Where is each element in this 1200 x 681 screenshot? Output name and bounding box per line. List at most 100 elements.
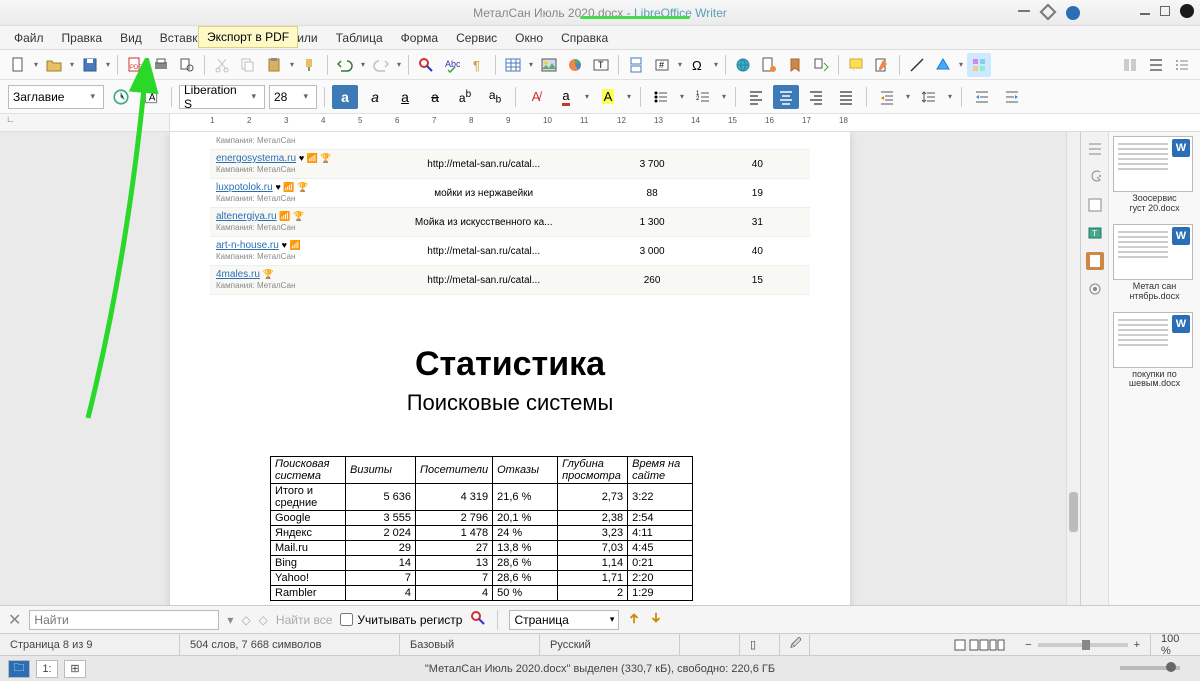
sidebar-page-icon[interactable]: [1086, 252, 1104, 270]
insert-image-button[interactable]: [537, 53, 561, 77]
view-grid-button[interactable]: [1118, 53, 1142, 77]
status-insert[interactable]: [680, 634, 740, 655]
status-lang[interactable]: Русский: [540, 634, 680, 655]
highlight-button[interactable]: A: [595, 85, 621, 109]
find-replace-button[interactable]: [414, 53, 438, 77]
menu-form[interactable]: Форма: [393, 28, 446, 48]
align-left-button[interactable]: [743, 85, 769, 109]
cut-button[interactable]: [210, 53, 234, 77]
nav-next-button[interactable]: [649, 611, 663, 628]
menu-edit[interactable]: Правка: [54, 28, 111, 48]
minimize-button[interactable]: [1140, 7, 1150, 15]
menu-help[interactable]: Справка: [553, 28, 616, 48]
bold-button[interactable]: a: [332, 85, 358, 109]
status-words[interactable]: 504 слов, 7 668 символов: [180, 634, 400, 655]
subscript-button[interactable]: ab: [482, 85, 508, 109]
insert-pagebreak-button[interactable]: [624, 53, 648, 77]
find-close-button[interactable]: ✕: [8, 610, 21, 630]
export-pdf-button[interactable]: PDF: [123, 53, 147, 77]
print-button[interactable]: [149, 53, 173, 77]
insert-textbox-button[interactable]: T: [589, 53, 613, 77]
nav-prev-button[interactable]: [627, 611, 641, 628]
insert-hyperlink-button[interactable]: [731, 53, 755, 77]
line-button[interactable]: [905, 53, 929, 77]
horizontal-ruler[interactable]: 123456789101112131415161718: [170, 114, 1200, 131]
view-outline-button[interactable]: [1170, 53, 1194, 77]
vertical-scrollbar[interactable]: [1066, 132, 1080, 605]
new-doc-button[interactable]: [6, 53, 30, 77]
indent-increase-button[interactable]: [874, 85, 900, 109]
menu-file[interactable]: Файл: [6, 28, 52, 48]
show-draw-button[interactable]: [967, 53, 991, 77]
recent-doc-thumb[interactable]: WЗоосервисгуст 20.docx: [1113, 136, 1196, 214]
print-preview-button[interactable]: [175, 53, 199, 77]
menu-table[interactable]: Таблица: [328, 28, 391, 48]
recent-doc-thumb[interactable]: WМетал саннтябрь.docx: [1113, 224, 1196, 302]
sidebar-styles-icon[interactable]: [1086, 168, 1104, 186]
insert-symbol-button[interactable]: Ω: [686, 53, 710, 77]
find-input[interactable]: [29, 610, 219, 630]
find-options-button[interactable]: [470, 610, 486, 629]
undo-button[interactable]: [333, 53, 357, 77]
sidebar-navigator-icon[interactable]: T: [1086, 224, 1104, 242]
insert-footnote-button[interactable]: [757, 53, 781, 77]
font-name-combo[interactable]: Liberation S▾: [179, 85, 265, 109]
insert-comment-button[interactable]: [844, 53, 868, 77]
increase-indent-button[interactable]: [969, 85, 995, 109]
new-style-button[interactable]: A: [138, 85, 164, 109]
clear-format-button[interactable]: A̸: [523, 85, 549, 109]
status-sel[interactable]: ▯: [740, 634, 780, 655]
basic-shapes-button[interactable]: [931, 53, 955, 77]
menu-tools[interactable]: Сервис: [448, 28, 505, 48]
update-style-button[interactable]: [108, 85, 134, 109]
align-center-button[interactable]: [773, 85, 799, 109]
line-spacing-button[interactable]: [916, 85, 942, 109]
copy-button[interactable]: [236, 53, 260, 77]
menu-window[interactable]: Окно: [507, 28, 551, 48]
bullet-list-button[interactable]: [648, 85, 674, 109]
document-area[interactable]: Кампания: МеталСан energosystema.ru ♥ 📶 …: [0, 132, 1066, 605]
navigate-by-combo[interactable]: Страница▾: [509, 610, 619, 630]
find-next-button[interactable]: ◇: [259, 613, 268, 627]
view-list-button[interactable]: [1144, 53, 1168, 77]
align-right-button[interactable]: [803, 85, 829, 109]
strikethrough-button[interactable]: a: [422, 85, 448, 109]
menu-view[interactable]: Вид: [112, 28, 150, 48]
underline-button[interactable]: a: [392, 85, 418, 109]
spellcheck-button[interactable]: Abc: [440, 53, 464, 77]
align-justify-button[interactable]: [833, 85, 859, 109]
save-button[interactable]: [78, 53, 102, 77]
zoom-controls[interactable]: −+: [1015, 639, 1150, 651]
track-changes-button[interactable]: [870, 53, 894, 77]
sidebar-inspect-icon[interactable]: [1086, 280, 1104, 298]
superscript-button[interactable]: ab: [452, 85, 478, 109]
italic-button[interactable]: a: [362, 85, 388, 109]
decrease-indent-button[interactable]: [999, 85, 1025, 109]
number-list-button[interactable]: 12: [690, 85, 716, 109]
insert-table-button[interactable]: [501, 53, 525, 77]
font-color-button[interactable]: a: [553, 85, 579, 109]
status-style[interactable]: Базовый: [400, 634, 540, 655]
insert-crossref-button[interactable]: [809, 53, 833, 77]
maximize-button[interactable]: [1160, 6, 1170, 16]
find-all-button[interactable]: Найти все: [276, 613, 333, 627]
find-prev-button[interactable]: ◇: [241, 613, 250, 627]
insert-field-button[interactable]: #: [650, 53, 674, 77]
view-layout-buttons[interactable]: [943, 634, 1015, 655]
paragraph-style-combo[interactable]: Заглавие▾: [8, 85, 104, 109]
volume-slider[interactable]: [1120, 666, 1180, 670]
zoom-percent[interactable]: 100 %: [1150, 634, 1200, 655]
insert-chart-button[interactable]: [563, 53, 587, 77]
sidebar-properties-icon[interactable]: [1086, 140, 1104, 158]
recent-doc-thumb[interactable]: Wпокупки пошевым.docx: [1113, 312, 1196, 390]
status-page[interactable]: Страница 8 из 9: [0, 634, 180, 655]
insert-bookmark-button[interactable]: [783, 53, 807, 77]
window-close-button[interactable]: [1180, 4, 1194, 18]
redo-button[interactable]: [369, 53, 393, 77]
formatting-marks-button[interactable]: ¶: [466, 53, 490, 77]
sidebar-gallery-icon[interactable]: [1086, 196, 1104, 214]
font-size-combo[interactable]: 28▾: [269, 85, 317, 109]
clone-format-button[interactable]: [298, 53, 322, 77]
paste-button[interactable]: [262, 53, 286, 77]
match-case-checkbox[interactable]: Учитывать регистр: [340, 613, 462, 627]
